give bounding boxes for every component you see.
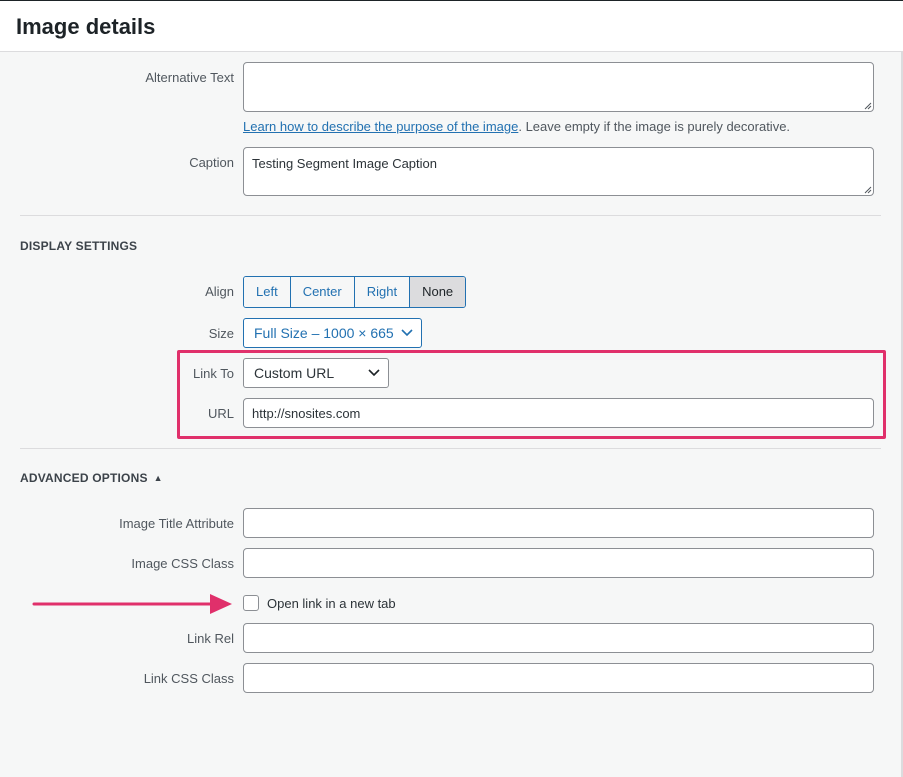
- align-none-button[interactable]: None: [410, 277, 466, 307]
- display-settings-heading: DISPLAY SETTINGS: [20, 239, 138, 253]
- link-css-class-label: Link CSS Class: [143, 671, 234, 686]
- annotation-arrow-icon: [32, 594, 232, 614]
- advanced-options-heading: ADVANCED OPTIONS: [20, 471, 148, 485]
- open-new-tab-label[interactable]: Open link in a new tab: [267, 596, 396, 611]
- image-css-class-input[interactable]: [243, 548, 874, 578]
- align-left-button[interactable]: Left: [244, 277, 291, 307]
- alt-text-textarea[interactable]: [243, 62, 874, 112]
- alt-text-hint-text: . Leave empty if the image is purely dec…: [518, 119, 791, 134]
- annotation-highlight-box: [177, 350, 886, 439]
- image-title-attribute-input[interactable]: [243, 508, 874, 538]
- chevron-down-icon: [401, 329, 413, 337]
- triangle-up-icon: ▲: [153, 473, 163, 483]
- section-divider: [20, 448, 881, 449]
- alt-text-label: Alternative Text: [145, 70, 234, 85]
- link-css-class-input[interactable]: [243, 663, 874, 693]
- size-select[interactable]: Full Size – 1000 × 665: [243, 318, 422, 348]
- caption-wrapper: Testing Segment Image Caption: [243, 147, 874, 196]
- caption-textarea[interactable]: Testing Segment Image Caption: [243, 147, 874, 196]
- align-button-group: Left Center Right None: [243, 276, 467, 308]
- alt-text-help-link[interactable]: Learn how to describe the purpose of the…: [243, 119, 518, 134]
- section-divider: [20, 215, 881, 216]
- caption-label: Caption: [189, 155, 234, 170]
- align-label: Align: [205, 284, 234, 299]
- alt-text-wrapper: [243, 62, 874, 112]
- size-select-value: Full Size – 1000 × 665: [254, 325, 394, 341]
- size-label: Size: [208, 326, 234, 341]
- open-new-tab-checkbox[interactable]: [243, 595, 259, 611]
- dialog-header: Image details: [0, 0, 903, 52]
- alt-text-hint: Learn how to describe the purpose of the…: [243, 119, 790, 134]
- align-center-button[interactable]: Center: [290, 277, 355, 307]
- align-right-button[interactable]: Right: [354, 277, 411, 307]
- link-rel-input[interactable]: [243, 623, 874, 653]
- advanced-options-toggle[interactable]: ADVANCED OPTIONS ▲: [20, 471, 163, 485]
- link-rel-label: Link Rel: [187, 631, 234, 646]
- image-css-class-label: Image CSS Class: [131, 556, 234, 571]
- image-title-attribute-label: Image Title Attribute: [119, 516, 234, 531]
- dialog-title: Image details: [16, 14, 156, 39]
